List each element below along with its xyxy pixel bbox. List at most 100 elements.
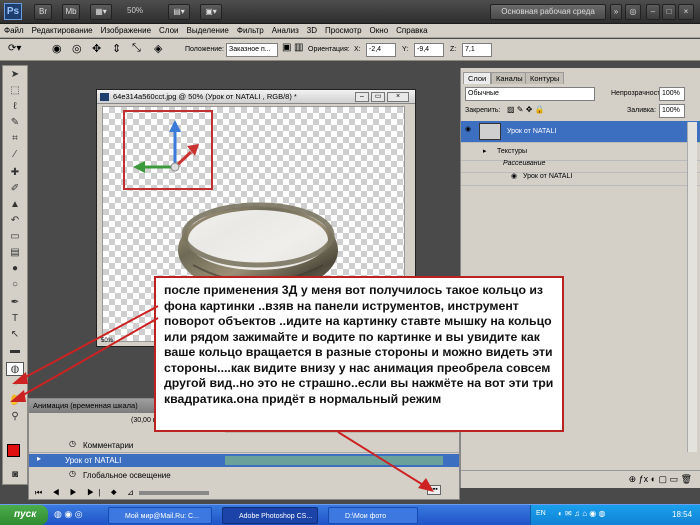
3d-rotate-tool-icon[interactable]: ◍ — [6, 362, 24, 376]
menu-select[interactable]: Выделение — [182, 24, 232, 38]
document-close-button[interactable]: × — [387, 92, 409, 102]
maximize-button[interactable]: □ — [662, 4, 676, 20]
screen-mode-button[interactable]: ▣▾ — [200, 4, 222, 20]
zoom-level[interactable]: 50% — [127, 6, 143, 15]
close-button[interactable]: × — [678, 4, 694, 20]
workspace-menu-button[interactable]: » — [610, 4, 622, 20]
marquee-tool-icon[interactable]: ⬚ — [6, 84, 24, 98]
3d-axis-widget-icon[interactable] — [125, 112, 211, 188]
timeline-zoom-slider[interactable] — [139, 491, 209, 495]
move-tool-icon[interactable]: ➤ — [6, 68, 24, 82]
menu-help[interactable]: Справка — [392, 24, 431, 38]
layers-footer: ⊕ ƒx ◐ ▢ ▭ 🗑 — [461, 470, 700, 486]
fill-label: Заливка: — [627, 107, 656, 114]
tray-icons[interactable]: ◐ ✉ ♫ ⌂ ◉ ◍ — [558, 509, 605, 518]
menu-analysis[interactable]: Анализ — [268, 24, 303, 38]
workspace-button[interactable]: Основная рабочая среда — [490, 4, 606, 20]
3d-camera-tool-icon[interactable]: ◔ — [6, 378, 24, 392]
taskbar-item-mail[interactable]: Мой мир@Mail.Ru: С... — [108, 507, 212, 524]
tab-channels[interactable]: Каналы — [491, 72, 528, 84]
taskbar-item-folder[interactable]: D:\Мои фото — [328, 507, 418, 524]
history-brush-tool-icon[interactable]: ↶ — [6, 214, 24, 228]
menu-3d[interactable]: 3D — [303, 24, 321, 38]
convert-frames-button[interactable]: ▪▪▪ — [427, 485, 441, 495]
menu-layers[interactable]: Слои — [155, 24, 182, 38]
clock[interactable]: 18:54 — [672, 510, 692, 519]
menu-file[interactable]: Файл — [0, 24, 28, 38]
stopwatch-icon-2[interactable]: ◷ — [69, 469, 76, 478]
menu-view[interactable]: Просмотр — [321, 24, 366, 38]
hand-tool-icon[interactable]: ✋ — [6, 394, 24, 408]
x-input[interactable]: -2,4 — [366, 43, 396, 57]
type-tool-icon[interactable]: T — [6, 312, 24, 326]
panel-scrollbar[interactable] — [687, 122, 697, 452]
foreground-color-swatch[interactable] — [7, 444, 20, 457]
quick-mask-icon[interactable]: ◙ — [6, 468, 24, 482]
timeline-time: (30,00 к — [131, 417, 156, 424]
camera-icon[interactable]: ◈ — [154, 42, 162, 55]
lasso-tool-icon[interactable]: ℓ — [6, 100, 24, 114]
menu-edit[interactable]: Редактирование — [28, 24, 97, 38]
timeline-row-global-light[interactable]: ◷ Глобальное освещение — [29, 469, 459, 483]
shape-tool-icon[interactable]: ▬ — [6, 344, 24, 358]
menu-filter[interactable]: Фильтр — [233, 24, 268, 38]
scale-3d-icon[interactable]: ⤡ — [132, 42, 141, 55]
rotate-3d-icon[interactable]: ◉ — [52, 42, 62, 55]
brush-tool-icon[interactable]: ✐ — [6, 182, 24, 196]
tool-preset-icon[interactable]: ⟳▾ — [8, 43, 21, 54]
texture-item-row[interactable]: ◉ Урок от NATALI — [461, 168, 700, 186]
tab-paths[interactable]: Контуры — [525, 72, 565, 84]
texture-eye-icon[interactable]: ◉ — [511, 168, 517, 186]
crop-tool-icon[interactable]: ⌗ — [6, 132, 24, 146]
bridge-button[interactable]: Br — [34, 4, 52, 20]
start-button[interactable]: пуск — [0, 505, 48, 525]
playback-controls[interactable]: ⏮ ◀ ▶ ▶| ◆ ⊿ — [35, 487, 138, 499]
lock-icons[interactable]: ▨ ✎ ✥ 🔒 — [507, 105, 545, 114]
layer-name[interactable]: Урок от NATALI — [507, 123, 556, 141]
quick-select-tool-icon[interactable]: ✎ — [6, 116, 24, 130]
mini-bridge-button[interactable]: Mb — [62, 4, 80, 20]
fill-input[interactable]: 100% — [659, 104, 685, 118]
x-label: X: — [354, 46, 361, 53]
minimize-button[interactable]: – — [646, 4, 660, 20]
blend-mode-select[interactable]: Обычные — [465, 87, 595, 101]
timeline-row-comments[interactable]: ◷ Комментарии — [29, 439, 459, 453]
zoom-tool-icon[interactable]: ⚲ — [6, 410, 24, 424]
drag-3d-icon[interactable]: ✥ — [92, 42, 101, 55]
y-input[interactable]: -9,4 — [414, 43, 444, 57]
healing-brush-tool-icon[interactable]: ✚ — [6, 166, 24, 180]
stopwatch-icon[interactable]: ◷ — [69, 439, 76, 448]
extras-button[interactable]: ▦▾ — [90, 4, 112, 20]
dodge-tool-icon[interactable]: ○ — [6, 278, 24, 292]
slide-3d-icon[interactable]: ⇕ — [112, 42, 121, 55]
quicklaunch-icons[interactable]: ◍ ◉ ◎ — [54, 509, 83, 520]
position-select[interactable]: Заказное п... — [226, 43, 278, 57]
document-maximize-button[interactable]: ▭ — [371, 92, 385, 102]
document-minimize-button[interactable]: – — [355, 92, 369, 102]
visibility-eye-icon[interactable]: ◉ — [465, 121, 471, 139]
z-input[interactable]: 7,1 — [462, 43, 492, 57]
roll-3d-icon[interactable]: ◎ — [72, 42, 82, 55]
delete-view-icon[interactable]: ▥ — [294, 42, 303, 53]
menu-image[interactable]: Изображение — [97, 24, 155, 38]
layer-row-selected[interactable]: ◉ Урок от NATALI — [461, 121, 700, 143]
layer-track-bar[interactable] — [225, 456, 443, 465]
opacity-input[interactable]: 100% — [659, 87, 685, 101]
blur-tool-icon[interactable]: ● — [6, 262, 24, 276]
clone-stamp-tool-icon[interactable]: ▲ — [6, 198, 24, 212]
save-view-icon[interactable]: ▣ — [282, 42, 291, 53]
orientation-label: Ориентация: — [308, 46, 350, 53]
expand-triangle-icon[interactable]: ▸ — [37, 454, 41, 463]
timeline-row-layer[interactable]: ▸ Урок от NATALI — [29, 454, 459, 467]
cs-live-button[interactable]: ◎ — [625, 4, 641, 20]
taskbar-item-photoshop[interactable]: Adobe Photoshop CS... — [222, 507, 318, 524]
path-select-tool-icon[interactable]: ↖ — [6, 328, 24, 342]
eyedropper-tool-icon[interactable]: ⁄ — [6, 148, 24, 162]
tab-layers[interactable]: Слои — [463, 72, 492, 84]
arrange-documents-button[interactable]: ▤▾ — [168, 4, 190, 20]
gradient-tool-icon[interactable]: ▤ — [6, 246, 24, 260]
pen-tool-icon[interactable]: ✒ — [6, 296, 24, 310]
language-indicator[interactable]: EN — [536, 510, 546, 517]
menu-window[interactable]: Окно — [366, 24, 393, 38]
eraser-tool-icon[interactable]: ▭ — [6, 230, 24, 244]
